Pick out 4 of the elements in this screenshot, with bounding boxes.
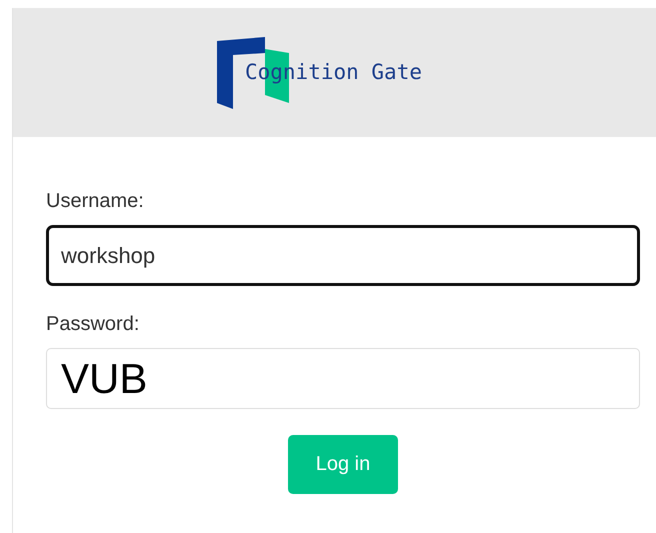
input-field[interactable]: workshop: [46, 225, 640, 286]
field-label: Username:: [46, 189, 145, 213]
field-label: Password:: [46, 312, 140, 336]
input-field[interactable]: VUB: [46, 348, 640, 409]
